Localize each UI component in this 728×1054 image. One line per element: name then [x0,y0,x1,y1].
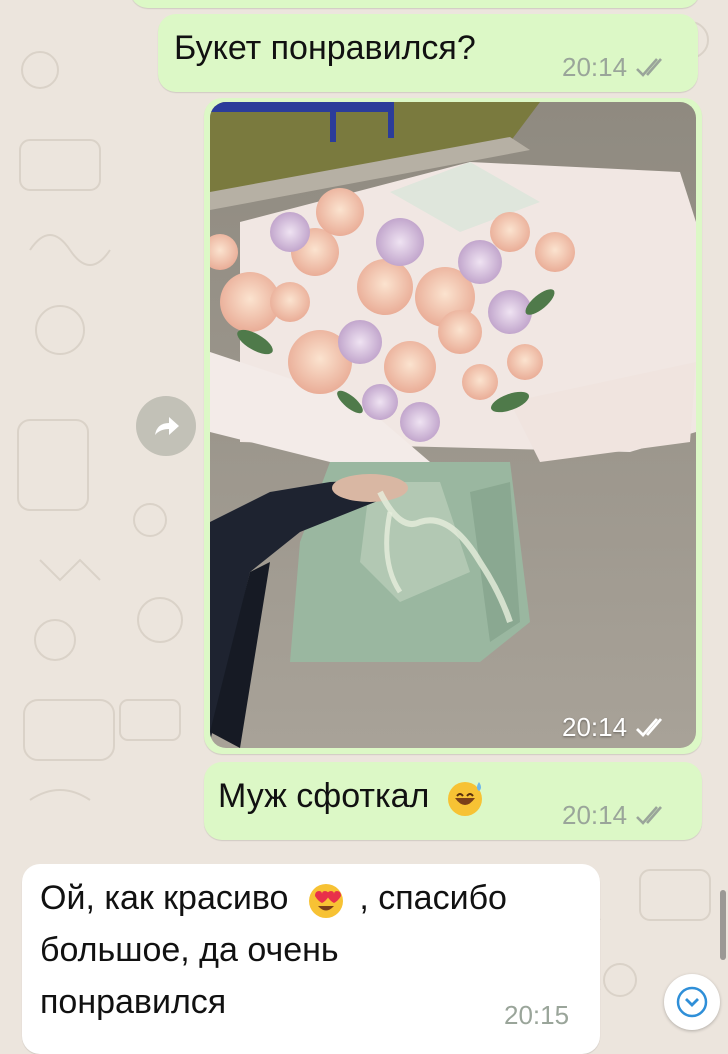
heart-eyes-emoji [308,884,343,919]
forward-button[interactable] [136,396,196,456]
outgoing-message-bubble[interactable]: Букет понравился? 20:14 [158,14,698,92]
double-check-icon [636,57,663,77]
message-text-content: Муж сфоткал [218,777,430,815]
timestamp: 20:15 [504,1000,570,1030]
double-check-icon [636,805,663,825]
message-text-part: Ой, как красиво [40,879,289,917]
message-line: Ой, как красиво , спасибо [40,876,588,920]
bouquet-photo[interactable]: 20:14 [210,102,696,748]
message-text: Муж сфоткал [218,774,485,818]
photo-time: 20:14 [562,712,673,743]
message-time: 20:15 [504,1000,569,1031]
scroll-to-bottom-button[interactable] [664,974,720,1030]
message-time: 20:14 [562,800,673,831]
forward-arrow-icon [155,417,179,435]
outgoing-message-bubble[interactable]: Муж сфоткал 20:14 [204,762,702,840]
message-line: большое, да очень [40,931,339,970]
message-text-part: , спасибо [359,879,507,917]
double-check-icon [636,717,663,737]
message-time: 20:14 [562,52,673,83]
message-text: Букет понравился? [174,29,476,67]
bouquet-image [210,102,696,748]
timestamp: 20:14 [562,712,628,742]
timestamp: 20:14 [562,800,628,830]
chevron-down-icon [676,986,708,1018]
incoming-message-bubble[interactable]: Ой, как красиво , спасибо большое, да оч… [22,864,600,1054]
previous-message-bubble [130,0,700,8]
sweat-smile-emoji [447,782,482,817]
scrollbar-handle[interactable] [720,890,726,960]
timestamp: 20:14 [562,52,628,82]
